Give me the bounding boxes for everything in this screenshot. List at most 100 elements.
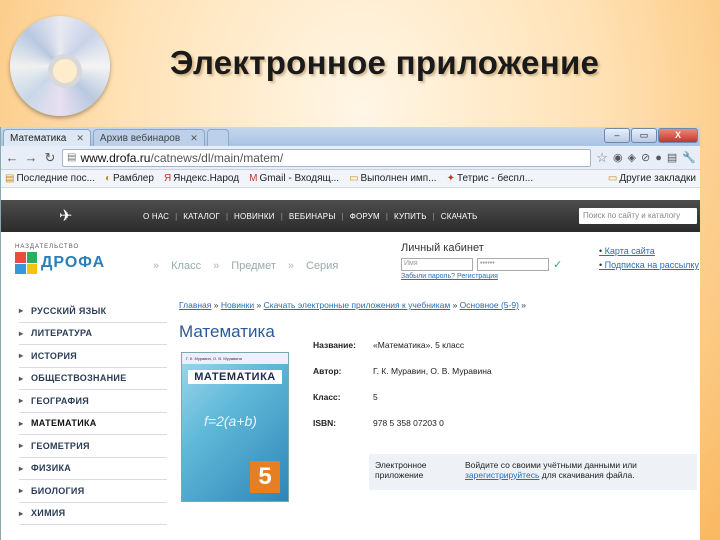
folder-icon: ▭ (607, 173, 618, 184)
bookmark-item[interactable]: ◐ Рамблер (105, 173, 154, 184)
extension-eye-icon[interactable]: ◉ (613, 151, 623, 164)
nav-catalog[interactable]: КАТАЛОГ (177, 212, 226, 221)
sitemap-link[interactable]: Карта сайта (599, 244, 699, 258)
nav-webinars[interactable]: ВЕБИНАРЫ (283, 212, 342, 221)
bookmark-item[interactable]: ▭ Выполнен имп... (349, 173, 437, 184)
book-formula: f=2(a+b) (204, 413, 257, 429)
subject-physics[interactable]: ФИЗИКА (19, 458, 167, 480)
chevrons-icon: » (287, 260, 294, 272)
close-tab-icon[interactable]: ✕ (76, 133, 84, 144)
filter-class[interactable]: Класс (171, 260, 201, 272)
subject-chemistry[interactable]: ХИМИЯ (19, 503, 167, 525)
detail-value: Г. К. Муравин, О. В. Муравина (373, 366, 492, 376)
login-panel: Личный кабинет Имя •••••• ✓ Забыли парол… (401, 242, 562, 280)
tab-bar: Математика ✕ Архив вебинаров ✕ – ▭ X (1, 127, 700, 146)
bookmark-item[interactable]: ▭ Другие закладки (608, 173, 696, 184)
nav-download[interactable]: СКАЧАТЬ (435, 212, 484, 221)
page-icon: ▤ (5, 173, 15, 184)
login-submit-check-icon[interactable]: ✓ (553, 258, 562, 271)
logo-word: ДРОФА (41, 254, 106, 271)
nav-about[interactable]: О НАС (137, 212, 175, 221)
extension-block-icon[interactable]: ⊘ (641, 151, 650, 164)
subscribe-link[interactable]: Подписка на рассылку (599, 258, 699, 272)
extension-shield-icon[interactable]: ◈ (628, 151, 636, 164)
nav-forum[interactable]: ФОРУМ (344, 212, 386, 221)
extension-circle-icon[interactable]: ● (655, 152, 662, 164)
subject-social[interactable]: ОБЩЕСТВОЗНАНИЕ (19, 368, 167, 390)
breadcrumb-sep: » (521, 300, 527, 310)
bookmarks-bar: ▤ Последние пос... ◐ Рамблер Я Яндекс.Народ… (1, 170, 700, 188)
nav-news[interactable]: НОВИНКИ (228, 212, 281, 221)
bookmark-item[interactable]: ✦ Тетрис - беспл... (447, 173, 534, 184)
settings-wrench-icon[interactable]: 🔧 (682, 151, 696, 164)
minimize-button[interactable]: – (604, 128, 630, 143)
forward-arrow-icon[interactable]: → (24, 150, 38, 165)
subject-history[interactable]: ИСТОРИЯ (19, 345, 167, 368)
reload-icon[interactable]: ↻ (43, 150, 57, 166)
breadcrumb-downloads[interactable]: Скачать электронные приложения к учебник… (264, 300, 451, 310)
subject-russian[interactable]: РУССКИЙ ЯЗЫК (19, 300, 167, 323)
bookmark-item[interactable]: M Gmail - Входящ... (249, 173, 339, 184)
site-header: НАЗДАТЕЛЬСТВО ДРОФА » Класс » Предмет » … (1, 232, 700, 300)
slide-title: Электронное приложение (170, 44, 600, 81)
breadcrumb-news[interactable]: Новинки (221, 300, 254, 310)
eapp-text-before: Войдите со своими учётными данными или (465, 460, 637, 470)
subject-biology[interactable]: БИОЛОГИЯ (19, 480, 167, 503)
drofa-bird-icon[interactable]: ✈ (59, 206, 79, 226)
breadcrumb: Главная » Новинки » Скачать электронные … (179, 300, 526, 310)
site-search-input[interactable]: Поиск по сайту и каталогу (579, 208, 697, 224)
bookmark-item[interactable]: ▤ Последние пос... (5, 173, 95, 184)
detail-value: 5 (373, 392, 378, 402)
detail-value: «Математика». 5 класс (373, 340, 465, 350)
breadcrumb-home[interactable]: Главная (179, 300, 211, 310)
back-arrow-icon[interactable]: ← (5, 150, 19, 165)
login-links[interactable]: Забыли пароль? Регистрация (401, 273, 562, 280)
subjects-sidebar: РУССКИЙ ЯЗЫК ЛИТЕРАТУРА ИСТОРИЯ ОБЩЕСТВО… (19, 300, 167, 525)
tab-webinars[interactable]: Архив вебинаров ✕ (92, 129, 205, 146)
bookmark-item[interactable]: Я Яндекс.Народ (164, 173, 239, 184)
login-title: Личный кабинет (401, 242, 484, 254)
bookmark-star-icon[interactable]: ☆ (596, 150, 608, 166)
register-link[interactable]: зарегистрируйтесь (465, 470, 539, 480)
tab-matematika[interactable]: Математика ✕ (3, 129, 91, 146)
folder-icon: ▭ (349, 173, 359, 184)
rambler-icon: ◐ (104, 173, 112, 184)
detail-row: Автор: Г. К. Муравин, О. В. Муравина (313, 358, 633, 384)
book-grade-badge: 5 (250, 461, 280, 493)
filter-series[interactable]: Серия (306, 260, 338, 272)
subject-geometry[interactable]: ГЕОМЕТРИЯ (19, 435, 167, 458)
close-tab-icon[interactable]: ✕ (190, 133, 198, 144)
logo-caption: НАЗДАТЕЛЬСТВО (15, 244, 80, 250)
page-icon: ▤ (67, 152, 77, 163)
subject-math[interactable]: МАТЕМАТИКА (19, 413, 167, 435)
electronic-app-box: Электронное приложение Войдите со своими… (369, 454, 697, 490)
header-links: Карта сайта Подписка на рассылку (599, 244, 699, 272)
book-authors: Г. К. Муравин, О. В. Муравина (182, 353, 288, 364)
page-menu-icon[interactable]: ▤ (667, 151, 677, 164)
password-input[interactable]: •••••• (477, 258, 549, 271)
close-window-button[interactable]: X (658, 128, 698, 143)
tab-label: Математика (10, 132, 67, 144)
book-details: Название: «Математика». 5 класс Автор: Г… (313, 332, 633, 436)
filter-steps: » Класс » Предмет » Серия (153, 260, 338, 272)
url-path: /catnews/dl/main/matem/ (150, 150, 284, 165)
main-content: РУССКИЙ ЯЗЫК ЛИТЕРАТУРА ИСТОРИЯ ОБЩЕСТВО… (1, 300, 700, 540)
url-host: www.drofa.ru (80, 150, 151, 165)
window-controls: – ▭ X (604, 128, 698, 143)
subject-literature[interactable]: ЛИТЕРАТУРА (19, 323, 167, 345)
new-tab-button[interactable] (206, 129, 229, 146)
nav-buy[interactable]: КУПИТЬ (388, 212, 433, 221)
eapp-text-after: для скачивания файла. (541, 470, 635, 480)
detail-row: Класс: 5 (313, 384, 633, 410)
subject-geography[interactable]: ГЕОГРАФИЯ (19, 390, 167, 413)
tetris-icon: ✦ (446, 173, 455, 184)
logo-squares-icon (15, 252, 37, 274)
detail-row: Название: «Математика». 5 класс (313, 332, 633, 358)
url-input[interactable]: ▤ www.drofa.ru/catnews/dl/main/matem/ (62, 148, 592, 167)
breadcrumb-basic[interactable]: Основное (5-9) (460, 300, 519, 310)
tab-label: Архив вебинаров (99, 132, 181, 144)
maximize-button[interactable]: ▭ (631, 128, 657, 143)
filter-subject[interactable]: Предмет (231, 260, 276, 272)
login-input[interactable]: Имя (401, 258, 473, 271)
drofa-logo[interactable]: НАЗДАТЕЛЬСТВО ДРОФА (15, 244, 105, 274)
